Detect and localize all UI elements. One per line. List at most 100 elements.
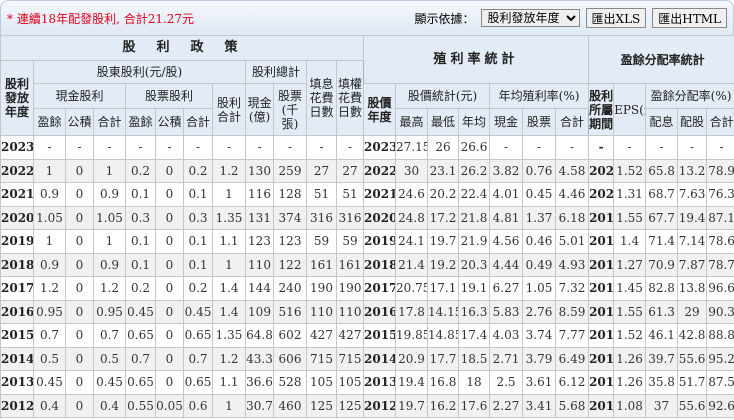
table-cell: 2015 bbox=[588, 299, 615, 324]
table-cell: 18.5 bbox=[458, 346, 491, 371]
table-cell: 0 bbox=[155, 323, 184, 348]
table-cell: 16.2 bbox=[427, 393, 460, 418]
table-cell: - bbox=[212, 135, 246, 160]
table-cell: 78.6 bbox=[706, 229, 734, 254]
table-cell: 78.7 bbox=[706, 252, 734, 277]
table-cell: 4.58 bbox=[555, 158, 590, 183]
table-cell: 110 bbox=[245, 252, 274, 277]
header-payout-ratio: 盈餘分配率(%) bbox=[645, 83, 734, 109]
table-cell: - bbox=[245, 135, 274, 160]
table-cell: 1.2 bbox=[33, 276, 66, 301]
table-cell: 7.87 bbox=[677, 252, 708, 277]
table-cell: 59 bbox=[335, 229, 365, 254]
table-cell: 51.7 bbox=[677, 370, 708, 395]
table-cell: 17.4 bbox=[458, 323, 491, 348]
header-stock-earnings: 盈餘 bbox=[125, 108, 156, 136]
table-cell: 82.8 bbox=[645, 276, 679, 301]
table-cell: 19.7 bbox=[427, 229, 460, 254]
header-cash-dividend: 現金股利 bbox=[33, 83, 126, 109]
table-cell: 20.75 bbox=[395, 276, 429, 301]
table-cell: 0.45 bbox=[33, 370, 66, 395]
table-cell: 1.1 bbox=[212, 229, 246, 254]
table-cell: 76.3 bbox=[706, 182, 734, 207]
header-period: 股利所屬期間 bbox=[588, 83, 615, 136]
table-cell: 0.1 bbox=[125, 182, 156, 207]
table-cell: 7.32 bbox=[555, 276, 590, 301]
table-cell: 3.61 bbox=[522, 370, 557, 395]
table-cell: 0 bbox=[155, 370, 184, 395]
table-cell: 1 bbox=[93, 158, 126, 183]
table-cell: 0.65 bbox=[183, 323, 213, 348]
table-cell: 87.5 bbox=[706, 370, 734, 395]
table-cell: 27 bbox=[335, 158, 365, 183]
header-dividend-sum: 股利合計 bbox=[212, 83, 246, 136]
table-cell: 0.3 bbox=[125, 205, 156, 230]
table-cell: 23.1 bbox=[427, 158, 460, 183]
table-cell: 8.59 bbox=[555, 299, 590, 324]
table-cell: - bbox=[489, 135, 524, 160]
table-cell: 1 bbox=[212, 182, 246, 207]
table-cell: 2020 bbox=[0, 205, 34, 230]
table-cell: 259 bbox=[273, 158, 307, 183]
table-cell: 0.4 bbox=[93, 393, 126, 418]
table-cell: 2013 bbox=[588, 346, 615, 371]
table-cell: 1.26 bbox=[613, 346, 647, 371]
export-xls-button[interactable]: 匯出XLS bbox=[585, 8, 647, 28]
table-cell: 27 bbox=[306, 158, 337, 183]
table-cell: 0 bbox=[65, 252, 94, 277]
table-cell: 36.6 bbox=[245, 370, 274, 395]
table-cell: 55.6 bbox=[677, 393, 708, 418]
table-cell: 88.8 bbox=[706, 323, 734, 348]
table-cell: 1.2 bbox=[93, 276, 126, 301]
table-cell: 2022 bbox=[363, 158, 397, 183]
table-cell: 26 bbox=[427, 135, 460, 160]
table-cell: 2018 bbox=[363, 252, 397, 277]
table-cell: 105 bbox=[335, 370, 365, 395]
table-cell: 316 bbox=[335, 205, 365, 230]
header-stock-reserve: 公積 bbox=[155, 108, 184, 136]
table-cell: 2018 bbox=[588, 229, 615, 254]
table-cell: 16.8 bbox=[427, 370, 460, 395]
table-cell: - bbox=[183, 135, 213, 160]
table-cell: 0.1 bbox=[125, 229, 156, 254]
header-cash-reserve: 公積 bbox=[65, 108, 94, 136]
table-cell: 20.3 bbox=[458, 252, 491, 277]
table-cell: 0.9 bbox=[33, 252, 66, 277]
table-cell: 516 bbox=[273, 299, 307, 324]
table-cell: 67.7 bbox=[645, 205, 679, 230]
table-cell: 65.8 bbox=[645, 158, 679, 183]
display-by-select[interactable]: 股利發放年度 bbox=[480, 9, 580, 27]
table-cell: 0.9 bbox=[93, 252, 126, 277]
table-cell: 0.1 bbox=[125, 252, 156, 277]
table-cell: 1 bbox=[93, 229, 126, 254]
table-cell: 161 bbox=[335, 252, 365, 277]
table-cell: 95.2 bbox=[706, 346, 734, 371]
header-low: 最低 bbox=[427, 108, 460, 136]
table-cell: 26.2 bbox=[458, 158, 491, 183]
table-cell: 42.8 bbox=[677, 323, 708, 348]
table-cell: 1.45 bbox=[613, 276, 647, 301]
table-cell: 7.14 bbox=[677, 229, 708, 254]
table-cell: 2023 bbox=[363, 135, 397, 160]
table-cell: 0 bbox=[65, 323, 94, 348]
table-cell: 123 bbox=[245, 229, 274, 254]
table-cell: 6.49 bbox=[555, 346, 590, 371]
table-cell: - bbox=[677, 135, 708, 160]
table-cell: 37 bbox=[645, 393, 679, 418]
export-html-button[interactable]: 匯出HTML bbox=[652, 8, 727, 28]
table-cell: 0.65 bbox=[183, 370, 213, 395]
table-cell: 2014 bbox=[363, 346, 397, 371]
table-cell: 59 bbox=[306, 229, 337, 254]
table-cell: 51 bbox=[306, 182, 337, 207]
table-cell: 0 bbox=[65, 205, 94, 230]
table-cell: 4.01 bbox=[489, 182, 524, 207]
table-cell: 2021 bbox=[363, 182, 397, 207]
table-cell: 21.8 bbox=[458, 205, 491, 230]
header-avg-yield: 年均殖利率(%) bbox=[489, 83, 590, 109]
table-cell: 0 bbox=[155, 346, 184, 371]
table-row: 2019 1 0 1 0.1 0 0.1 1.1 123 123 59 59 2019 24.1 19.7 2… bbox=[0, 229, 734, 254]
table-cell: - bbox=[588, 135, 615, 160]
table-cell: 190 bbox=[306, 276, 337, 301]
table-cell: 0.45 bbox=[125, 299, 156, 324]
header-yield-stats: 殖利率統計 bbox=[363, 35, 590, 84]
